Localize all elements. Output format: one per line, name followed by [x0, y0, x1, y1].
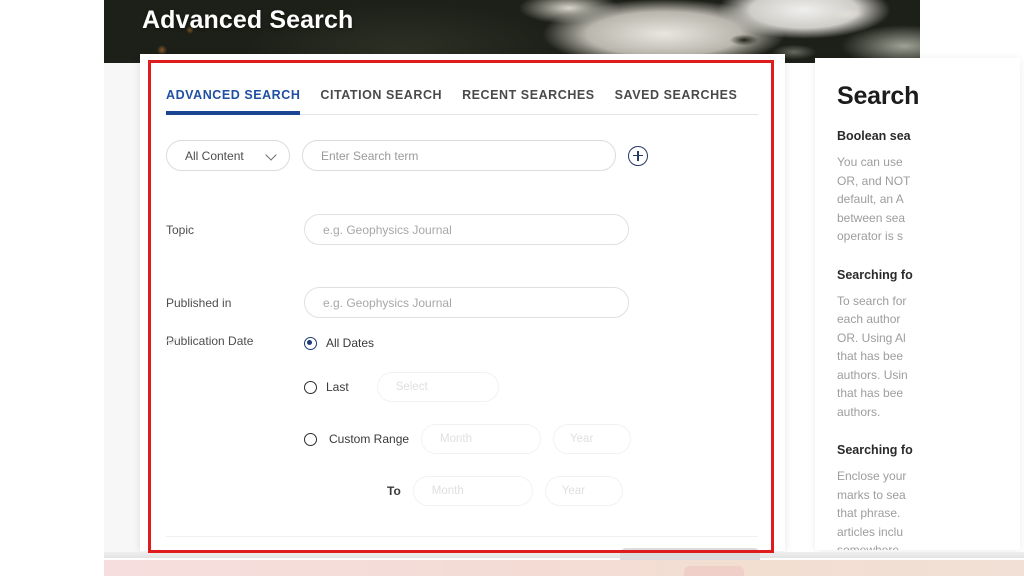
topic-label: Topic — [166, 222, 195, 237]
published-in-row: Published in e.g. Geophysics Journal — [166, 287, 758, 318]
advanced-search-card: ADVANCED SEARCH CITATION SEARCH RECENT S… — [140, 54, 785, 551]
plus-circle-icon[interactable] — [628, 145, 648, 166]
page-footer-band — [104, 560, 1024, 576]
publication-date-label: Publication Date — [166, 334, 254, 348]
screenshot-root: Advanced Search ADVANCED SEARCH CITATION… — [0, 0, 1024, 576]
range-to-year-value: Year — [561, 485, 586, 497]
content-scope-select[interactable]: All Content — [166, 140, 290, 171]
range-from-month-value: Month — [440, 433, 473, 445]
query-row: All Content Enter Search term — [166, 140, 648, 171]
help-heading-authors: Searching fo — [837, 267, 913, 282]
help-heading-boolean: Boolean sea — [837, 129, 911, 143]
help-heading-phrase: Searching fo — [837, 443, 913, 457]
radio-custom-range[interactable] — [304, 432, 317, 446]
page-left-gutter — [104, 0, 140, 558]
topic-input[interactable]: e.g. Geophysics Journal — [304, 214, 629, 245]
radio-last-label: Last — [326, 380, 349, 394]
range-from-year-value: Year — [570, 433, 594, 445]
range-from-year-select[interactable]: Year — [553, 424, 632, 454]
range-to-month-select[interactable]: Month — [412, 476, 533, 506]
range-to-month-value: Month — [431, 485, 464, 497]
radio-all-dates-label: All Dates — [326, 336, 375, 350]
help-panel-title: Search — [837, 82, 920, 110]
horizontal-scrollbar-thumb[interactable] — [620, 548, 760, 560]
range-from-month-select[interactable]: Month — [421, 424, 542, 454]
option-custom-range[interactable]: Custom Range Month Year — [304, 424, 632, 454]
option-last[interactable]: Last Select — [304, 372, 631, 402]
range-to-row: To Month Year — [387, 476, 631, 506]
page-title: Advanced Search — [142, 6, 354, 34]
search-term-input[interactable]: Enter Search term — [302, 140, 616, 171]
published-in-input[interactable]: e.g. Geophysics Journal — [304, 287, 629, 318]
help-body-authors: To search for each author OR. Using Al t… — [837, 293, 908, 419]
page-bottom-shadow — [104, 552, 1024, 558]
last-period-value: Select — [395, 381, 428, 393]
help-body-boolean: You can use OR, and NOT default, an A be… — [837, 155, 911, 243]
topic-row: Topic e.g. Geophysics Journal — [166, 214, 758, 245]
radio-custom-range-label: Custom Range — [329, 432, 410, 446]
help-body-phrase: Enclose your marks to sea that phrase. a… — [837, 469, 907, 550]
tab-advanced-search[interactable]: ADVANCED SEARCH — [166, 88, 301, 115]
option-all-dates[interactable]: All Dates — [304, 336, 631, 350]
card-bottom-divider — [166, 536, 758, 537]
range-to-label: To — [387, 484, 401, 498]
publication-date-row: Publication Date All Dates Last Select C… — [166, 334, 758, 506]
range-to-year-select[interactable]: Year — [544, 476, 623, 506]
publication-date-options: All Dates Last Select Custom Range Month — [304, 334, 632, 506]
tab-recent-searches[interactable]: RECENT SEARCHES — [462, 88, 595, 115]
last-period-select[interactable]: Select — [376, 372, 499, 402]
content-scope-value: All Content — [185, 148, 244, 163]
tab-saved-searches[interactable]: SAVED SEARCHES — [615, 88, 738, 115]
tab-citation-search[interactable]: CITATION SEARCH — [320, 88, 442, 115]
search-tabs: ADVANCED SEARCH CITATION SEARCH RECENT S… — [166, 88, 758, 115]
published-in-label: Published in — [166, 295, 232, 310]
radio-last[interactable] — [304, 380, 317, 394]
radio-all-dates[interactable] — [304, 336, 317, 350]
search-help-panel: Search Boolean sea You can use OR, and N… — [815, 58, 1020, 550]
chevron-down-icon — [266, 150, 277, 161]
